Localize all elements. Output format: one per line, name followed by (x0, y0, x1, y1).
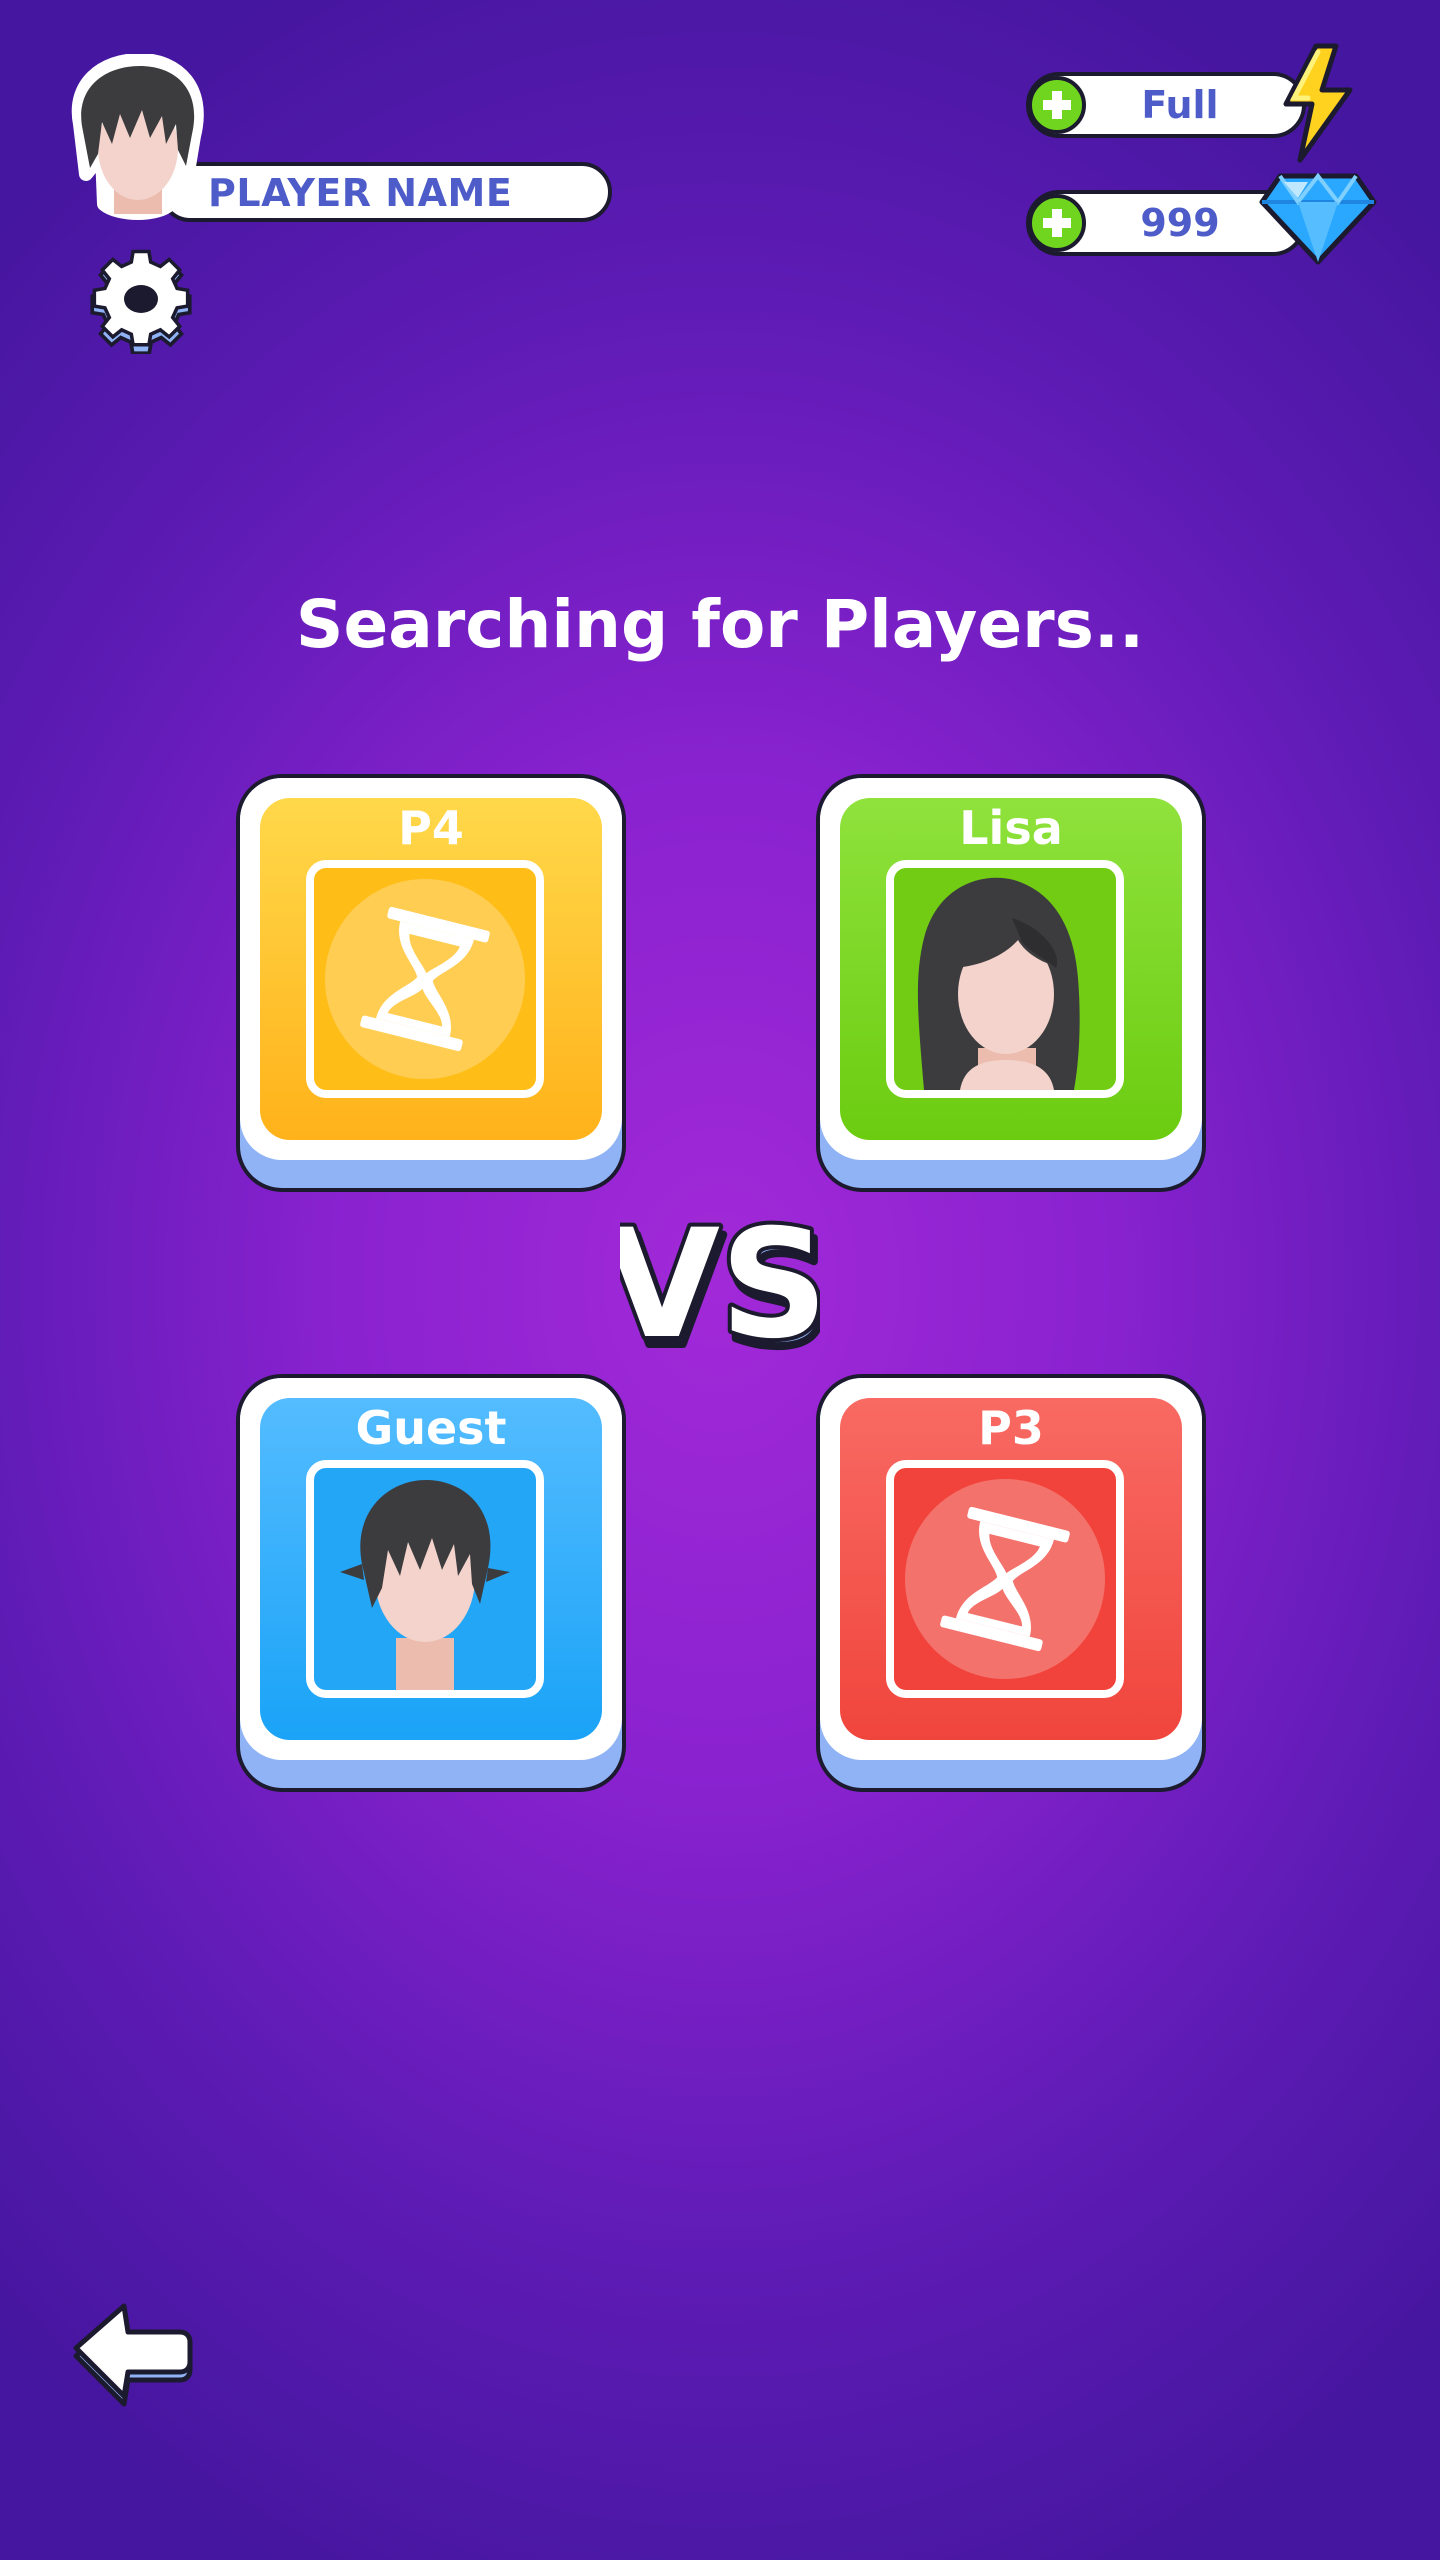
player-slot-lisa: Lisa (816, 774, 1206, 1192)
back-arrow-icon[interactable] (68, 2300, 196, 2408)
gems-add-button[interactable] (1028, 194, 1086, 252)
male-avatar (306, 1460, 544, 1698)
gem-icon (1258, 168, 1378, 268)
player-slot-label: P3 (978, 1401, 1044, 1455)
player-slot-guest: Guest (236, 1374, 626, 1792)
player-name-label: PLAYER NAME (208, 171, 513, 215)
player-slot-label: Lisa (959, 801, 1063, 855)
female-avatar (886, 860, 1124, 1098)
player-avatar[interactable] (62, 53, 214, 220)
player-slot-label: Guest (355, 1401, 507, 1455)
lightning-icon (1270, 40, 1360, 166)
player-slot-p4: P4 (236, 774, 626, 1192)
gems-value: 999 (1140, 201, 1220, 245)
hourglass-icon (886, 1460, 1124, 1698)
energy-add-button[interactable] (1028, 76, 1086, 134)
energy-value: Full (1141, 83, 1219, 127)
vs-emblem: VS VS (600, 1194, 836, 1384)
player-slot-label: P4 (398, 801, 464, 855)
player-slot-p3: P3 (816, 1374, 1206, 1792)
settings-gear-icon[interactable] (88, 244, 194, 356)
vs-text: VS (620, 1212, 820, 1368)
searching-status-text: Searching for Players.. (295, 586, 1145, 663)
hourglass-icon (306, 860, 544, 1098)
